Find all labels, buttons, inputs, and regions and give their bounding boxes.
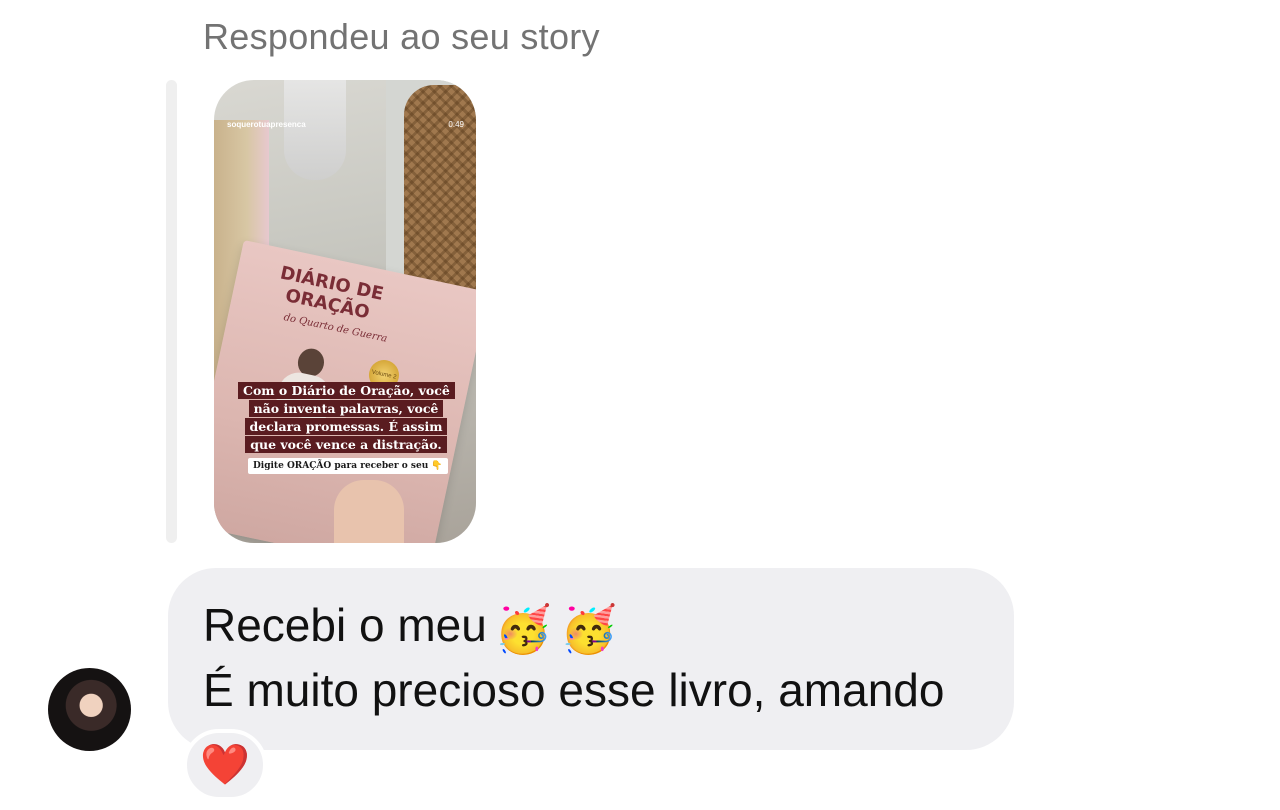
reply-thread-line [166,80,177,543]
story-hand-image [334,480,404,543]
message-line-2: É muito precioso esse livro, amando [203,664,945,716]
replied-to-story-label: Respondeu ao seu story [203,16,600,57]
story-cta-sticker: Digite ORAÇÃO para receber o seu 👇 [248,458,448,474]
story-preview[interactable]: soquerotuapresenca 0:49 DIÁRIO DE ORAÇÃO… [214,80,476,543]
heart-icon: ❤️ [200,743,250,787]
story-caption-text: Com o Diário de Oração, você não inventa… [238,382,455,453]
message-bubble[interactable]: Recebi o meu 🥳 🥳 É muito precioso esse liv… [168,568,1014,750]
message-line-1: Recebi o meu 🥳 🥳 [203,598,617,657]
story-lamp-image [284,80,346,180]
story-caption: Com o Diário de Oração, você não inventa… [238,382,455,454]
story-username: soquerotuapresenca [227,120,306,129]
story-timestamp: 0:49 [448,120,464,129]
partying-face-icon: 🥳 [560,602,618,656]
partying-face-icon: 🥳 [494,602,553,656]
sender-avatar[interactable] [48,668,131,751]
message-text-1: Recebi o meu [203,599,487,651]
message-reaction[interactable]: ❤️ [183,729,267,801]
